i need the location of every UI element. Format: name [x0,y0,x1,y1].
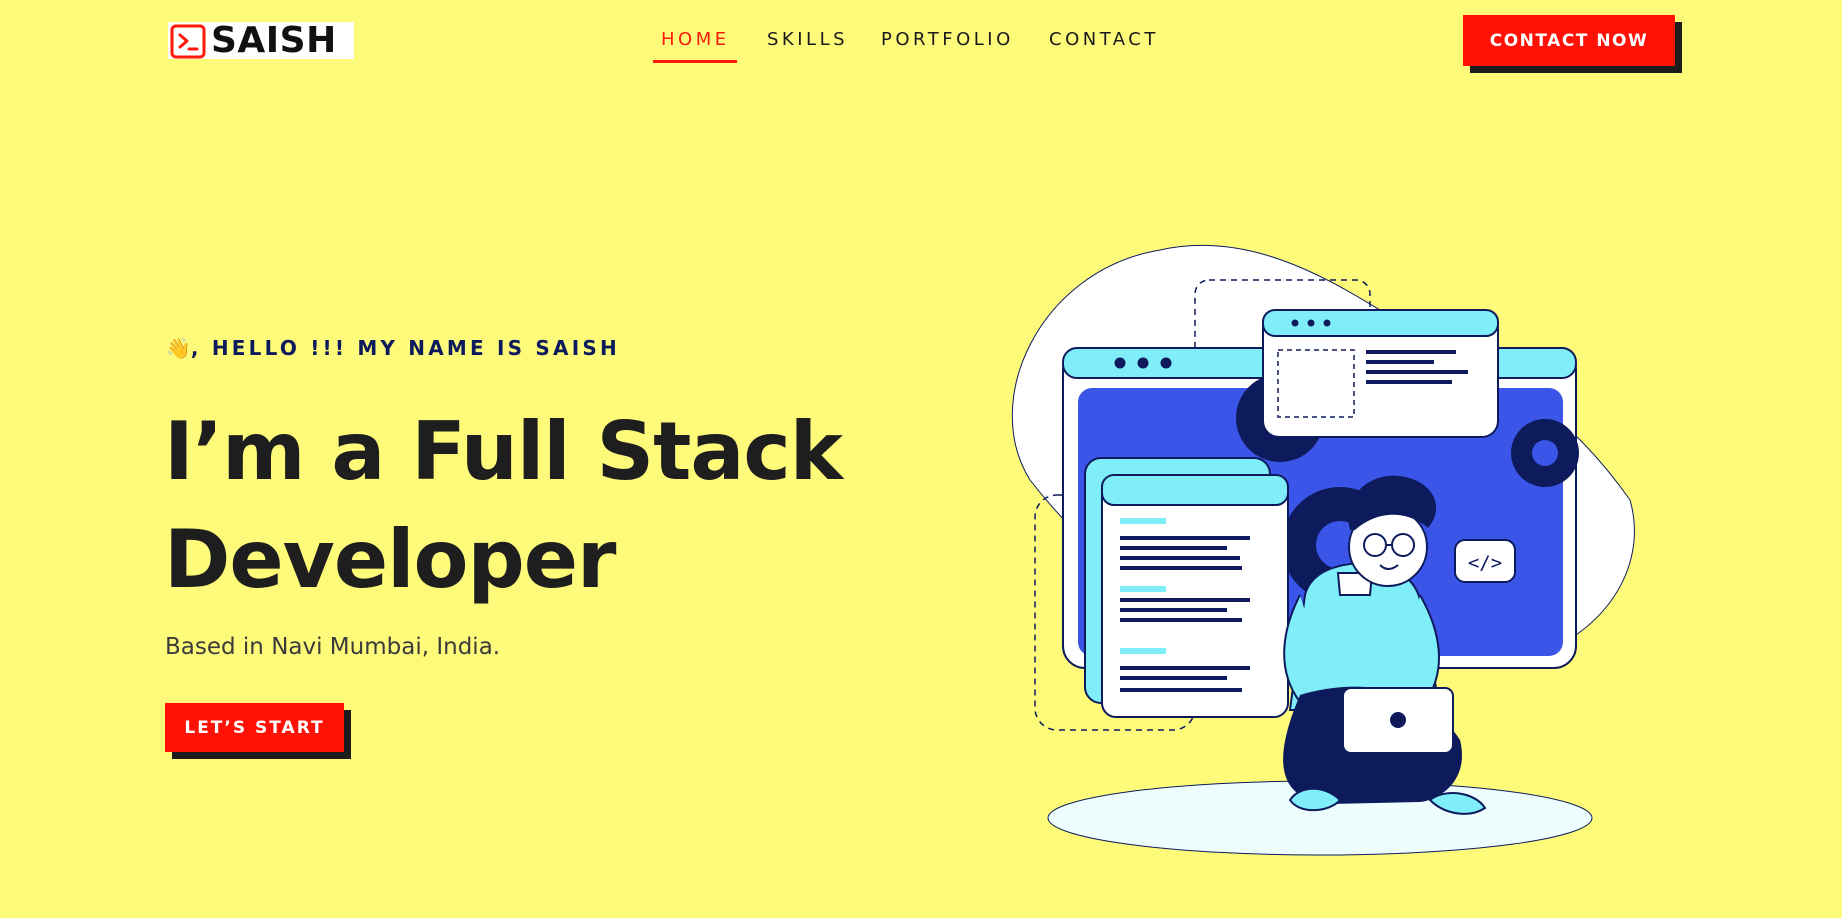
terminal-icon [170,24,206,59]
site-logo[interactable]: SAISH [168,20,354,61]
contact-now-button[interactable]: CONTACT NOW [1463,15,1675,66]
lets-start-button[interactable]: LET’S START [165,703,344,752]
active-nav-underline [653,60,737,63]
code-badge-text: </> [1468,552,1502,574]
nav-item-home[interactable]: HOME [661,22,730,58]
greeting-text: , HELLO !!! MY NAME IS SAISH [190,336,620,360]
logo-text: SAISH [211,20,337,61]
nav-item-portfolio[interactable]: PORTFOLIO [881,22,1014,58]
nav-item-contact[interactable]: CONTACT [1049,22,1159,58]
headline-line-1: I’m a Full Stack [164,405,843,498]
hero-greeting: 👋, HELLO !!! MY NAME IS SAISH [166,336,620,360]
hero-headline: I’m a Full Stack Developer [164,398,843,614]
headline-line-2: Developer [164,513,616,606]
nav-item-skills[interactable]: SKILLS [767,22,848,58]
developer-with-laptop-illustration: </> [1011,245,1635,856]
waving-hand-icon: 👋 [166,336,191,360]
hero-subtitle: Based in Navi Mumbai, India. [165,634,501,660]
